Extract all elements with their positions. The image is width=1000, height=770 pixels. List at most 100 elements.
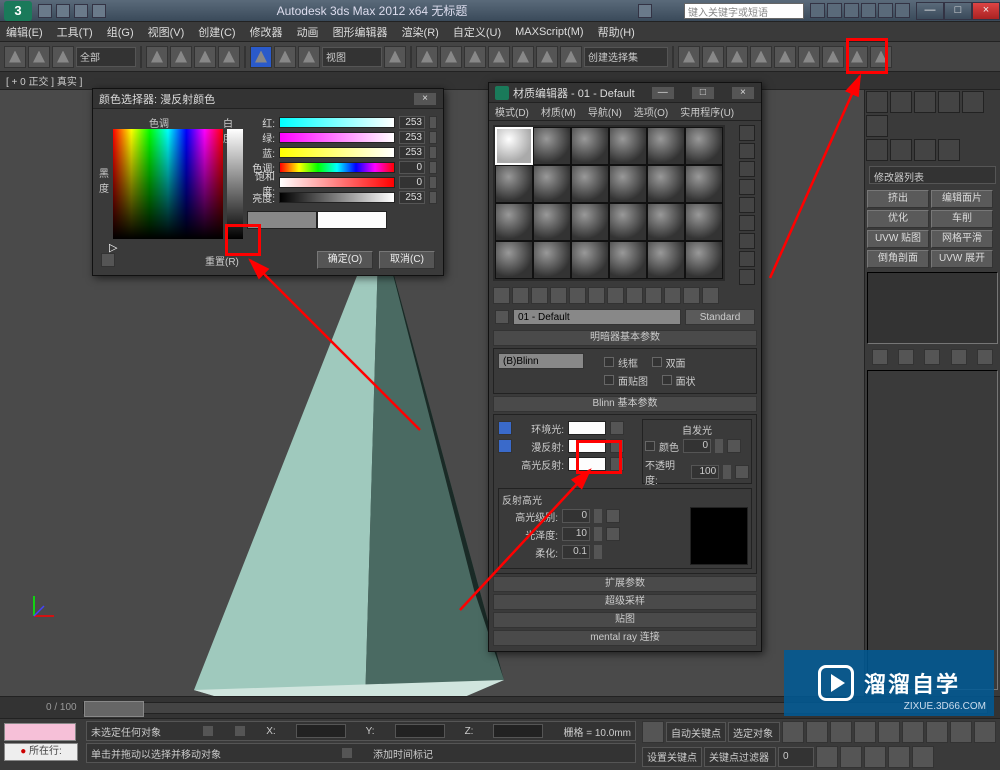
nav-fov-icon[interactable] (950, 721, 972, 743)
background-icon[interactable] (739, 161, 755, 177)
title-tool-icon[interactable] (895, 3, 910, 18)
ambient-lock-icon[interactable] (498, 421, 512, 435)
app-logo[interactable]: 3 (4, 1, 32, 21)
cancel-button[interactable]: 取消(C) (379, 251, 435, 269)
val-slider[interactable] (279, 192, 395, 203)
opacity-map-icon[interactable] (735, 465, 749, 479)
stack-pin-icon[interactable] (872, 349, 888, 365)
title-tool-icon[interactable] (827, 3, 842, 18)
blue-value[interactable]: 253 (399, 146, 425, 159)
toolbar-curveed-icon[interactable] (750, 46, 772, 68)
material-slot[interactable] (685, 203, 723, 241)
material-slot[interactable] (495, 203, 533, 241)
toolbar-material-editor-icon[interactable] (798, 46, 820, 68)
minimize-icon[interactable]: — (651, 86, 675, 100)
material-slot[interactable] (609, 165, 647, 203)
stack-show-icon[interactable] (898, 349, 914, 365)
material-name-input[interactable]: 01 - Default (513, 309, 681, 325)
material-type-button[interactable]: Standard (685, 309, 755, 325)
specular-map-icon[interactable] (610, 457, 624, 471)
material-slot[interactable] (533, 165, 571, 203)
make-unique-icon[interactable] (588, 287, 605, 304)
time-slider[interactable] (84, 701, 144, 717)
help-search-input[interactable]: 键入关键字或短语 (684, 3, 804, 19)
faceted-checkbox[interactable] (662, 375, 672, 385)
hue-value[interactable]: 0 (399, 161, 425, 174)
opacity-value[interactable]: 100 (691, 465, 719, 479)
nav-zoom-icon[interactable] (902, 721, 924, 743)
minimize-button[interactable]: — (916, 2, 944, 20)
toolbar-rotate-icon[interactable] (274, 46, 296, 68)
toolbar-ang-snap-icon[interactable] (488, 46, 510, 68)
extended-rollout[interactable]: 扩展参数 (493, 576, 757, 592)
options-icon[interactable] (739, 233, 755, 249)
stack-unique-icon[interactable] (924, 349, 940, 365)
val-spinner[interactable] (429, 191, 437, 204)
menu-help[interactable]: 帮助(H) (598, 24, 635, 40)
auto-key-button[interactable]: 自动关键点 (666, 722, 726, 742)
red-slider[interactable] (279, 117, 395, 128)
nav-orbit-icon[interactable] (888, 746, 910, 768)
title-tool-icon[interactable] (810, 3, 825, 18)
menu-group[interactable]: 组(G) (107, 24, 134, 40)
material-slot[interactable] (609, 127, 647, 165)
mod-button[interactable]: UVW 展开 (931, 250, 993, 268)
stack-config-icon[interactable] (977, 349, 993, 365)
script-output[interactable] (4, 723, 76, 741)
menu-graph[interactable]: 图形编辑器 (333, 24, 388, 40)
menu-create[interactable]: 创建(C) (198, 24, 235, 40)
material-slot[interactable] (495, 165, 533, 203)
set-key-button[interactable]: 设置关键点 (642, 747, 702, 767)
play-prev-icon[interactable] (806, 721, 828, 743)
selfillum-spinner[interactable] (715, 439, 723, 453)
red-value[interactable]: 253 (399, 116, 425, 129)
close-icon[interactable]: × (413, 92, 437, 106)
soften-value[interactable]: 0.1 (562, 545, 590, 559)
get-material-icon[interactable] (493, 287, 510, 304)
maximize-button[interactable]: □ (944, 2, 972, 20)
menu-views[interactable]: 视图(V) (148, 24, 185, 40)
selfillum-color-checkbox[interactable] (645, 441, 655, 451)
select-by-mat-icon[interactable] (739, 251, 755, 267)
mat-menu-nav[interactable]: 导航(N) (588, 104, 622, 119)
toolbar-window-icon[interactable] (218, 46, 240, 68)
selection-filter-dropdown[interactable]: 全部 (76, 47, 136, 67)
toolbar-render-icon[interactable] (870, 46, 892, 68)
mod-button[interactable]: 车削 (931, 210, 993, 228)
facemap-checkbox[interactable] (604, 375, 614, 385)
maximize-icon[interactable]: □ (691, 86, 715, 100)
menu-tools[interactable]: 工具(T) (57, 24, 93, 40)
toolbar-layers-icon[interactable] (726, 46, 748, 68)
motion-tab-icon[interactable] (938, 91, 960, 113)
mod-button[interactable]: 挤出 (867, 190, 929, 208)
mod-button[interactable]: 优化 (867, 210, 929, 228)
toolbar-align-icon[interactable] (702, 46, 724, 68)
material-slot[interactable] (685, 241, 723, 279)
assign-icon[interactable] (531, 287, 548, 304)
preview-icon[interactable] (739, 215, 755, 231)
mat-menu-mode[interactable]: 模式(D) (495, 104, 529, 119)
qat-btn[interactable] (92, 4, 106, 18)
display-tab-icon[interactable] (962, 91, 984, 113)
mat-menu-material[interactable]: 材质(M) (541, 104, 576, 119)
toolbar-spinner-icon[interactable] (536, 46, 558, 68)
backlight-icon[interactable] (739, 143, 755, 159)
diffuse-lock-icon[interactable] (498, 439, 512, 453)
material-slot[interactable] (609, 241, 647, 279)
ambient-swatch[interactable] (568, 421, 606, 435)
mod-button[interactable]: 倒角剖面 (867, 250, 929, 268)
spec-level-spinner[interactable] (594, 509, 602, 523)
material-slot[interactable] (495, 127, 533, 165)
mtl-map-nav-icon[interactable] (739, 269, 755, 285)
ambient-map-icon[interactable] (610, 421, 624, 435)
create-tab-icon[interactable] (866, 91, 888, 113)
gloss-value[interactable]: 10 (562, 527, 590, 541)
sat-value[interactable]: 0 (399, 176, 425, 189)
blinn-basic-rollout[interactable]: Blinn 基本参数 (493, 396, 757, 412)
put-to-scene-icon[interactable] (512, 287, 529, 304)
frame-input[interactable]: 0 (778, 747, 814, 767)
qat-btn[interactable] (638, 4, 652, 18)
nav-walk-icon[interactable] (864, 746, 886, 768)
named-selection-dropdown[interactable]: 创建选择集 (584, 47, 668, 67)
modifier-stack[interactable] (867, 272, 998, 344)
